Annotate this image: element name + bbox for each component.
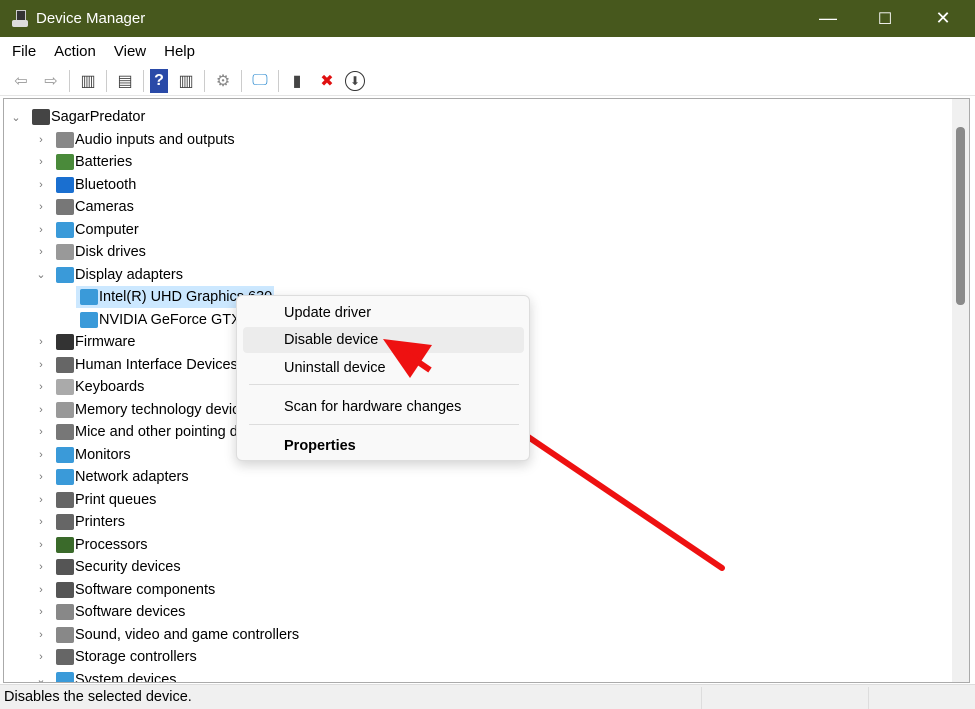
status-pane-divider [868, 687, 869, 709]
annotation-arrow-overlay [383, 339, 432, 378]
status-bar: Disables the selected device. [0, 684, 975, 709]
status-pane-divider [701, 687, 702, 709]
status-text: Disables the selected device. [4, 689, 192, 705]
